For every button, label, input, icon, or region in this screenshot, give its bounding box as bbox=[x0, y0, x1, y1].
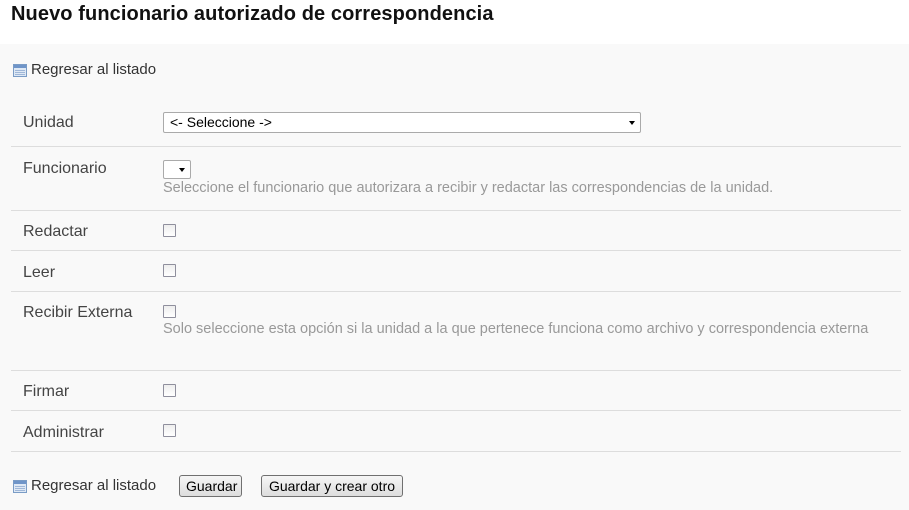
redactar-checkbox[interactable] bbox=[163, 224, 176, 237]
form-row-firmar: Firmar bbox=[11, 371, 901, 411]
back-to-list-label: Regresar al listado bbox=[31, 61, 157, 78]
chevron-down-icon bbox=[629, 121, 635, 125]
funcionario-label: Funcionario bbox=[23, 160, 107, 177]
list-icon bbox=[13, 479, 27, 493]
redactar-label: Redactar bbox=[23, 223, 88, 240]
recibir-externa-checkbox[interactable] bbox=[163, 305, 176, 318]
back-to-list-link-bottom[interactable]: Regresar al listado bbox=[13, 477, 156, 494]
form-row-recibir-externa: Recibir Externa Solo seleccione esta opc… bbox=[11, 292, 901, 371]
form-row-unidad: Unidad <- Seleccione -> bbox=[11, 102, 901, 147]
chevron-down-icon bbox=[179, 168, 185, 172]
leer-label: Leer bbox=[23, 264, 56, 281]
leer-checkbox[interactable] bbox=[163, 264, 176, 277]
firmar-checkbox[interactable] bbox=[163, 384, 176, 397]
recibir-externa-label: Recibir Externa bbox=[23, 304, 133, 321]
save-button[interactable]: Guardar bbox=[179, 475, 242, 497]
firmar-label: Firmar bbox=[23, 383, 70, 400]
unidad-select-value: <- Seleccione -> bbox=[170, 114, 272, 130]
administrar-label: Administrar bbox=[23, 424, 104, 441]
back-to-list-link-top[interactable]: Regresar al listado bbox=[13, 61, 156, 78]
unidad-select[interactable]: <- Seleccione -> bbox=[163, 112, 641, 133]
back-to-list-label: Regresar al listado bbox=[31, 477, 157, 494]
form-row-redactar: Redactar bbox=[11, 211, 901, 251]
form-row-funcionario: Funcionario Seleccione el funcionario qu… bbox=[11, 147, 901, 211]
save-and-create-another-button[interactable]: Guardar y crear otro bbox=[261, 475, 403, 497]
list-icon bbox=[13, 63, 27, 77]
recibir-externa-help-text: Solo seleccione esta opción si la unidad… bbox=[163, 321, 869, 337]
funcionario-help-text: Seleccione el funcionario que autorizara… bbox=[163, 180, 774, 196]
administrar-checkbox[interactable] bbox=[163, 424, 176, 437]
form-row-administrar: Administrar bbox=[11, 411, 901, 452]
unidad-label: Unidad bbox=[23, 114, 74, 131]
page-title: Nuevo funcionario autorizado de correspo… bbox=[11, 3, 494, 25]
funcionario-select[interactable] bbox=[163, 160, 191, 179]
form-row-leer: Leer bbox=[11, 251, 901, 292]
